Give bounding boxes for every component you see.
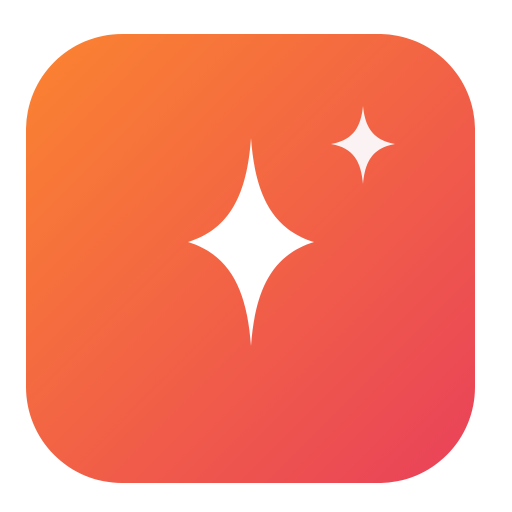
canvas: [0, 0, 512, 512]
sparkles-app-icon[interactable]: [26, 34, 475, 483]
sparkles-icon: [26, 34, 475, 483]
